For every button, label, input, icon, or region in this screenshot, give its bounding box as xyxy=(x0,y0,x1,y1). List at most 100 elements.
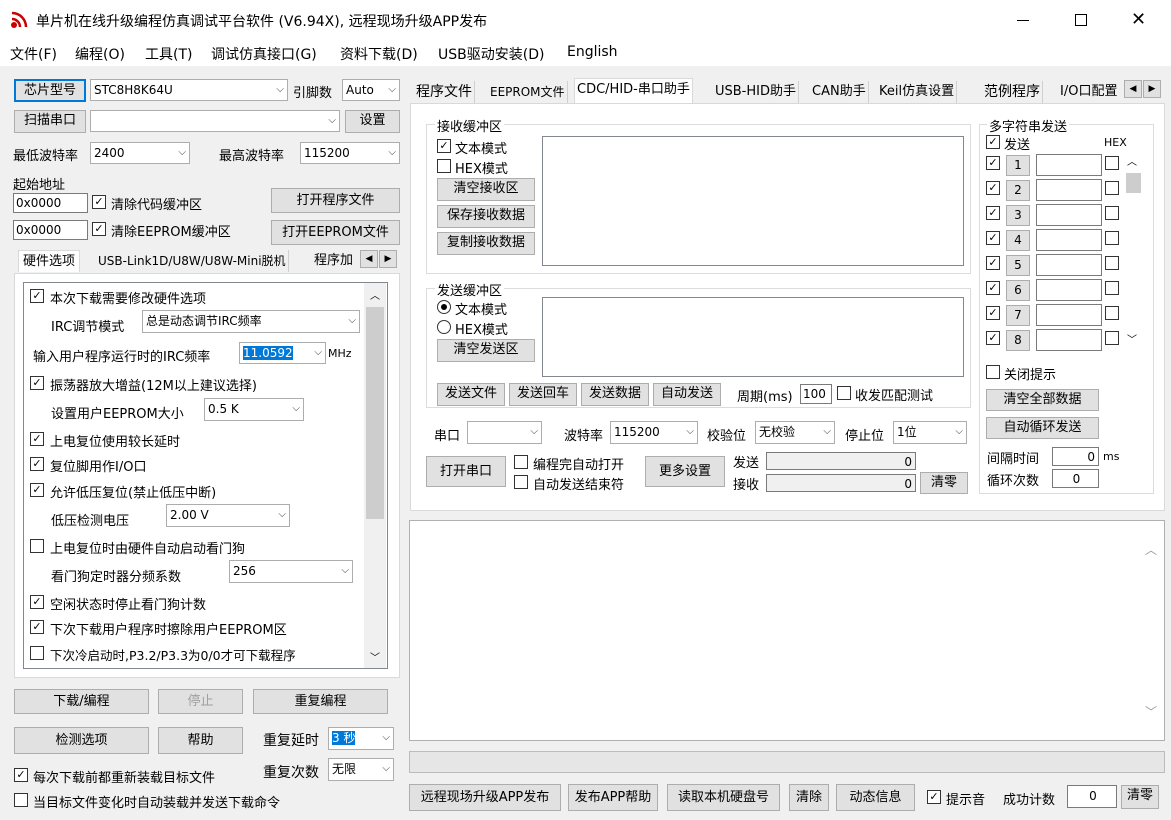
period-input[interactable]: 100 xyxy=(800,384,832,404)
eeprom-addr-input[interactable]: 0x0000 xyxy=(13,220,88,240)
multi-row-hex-checkbox[interactable] xyxy=(1105,306,1119,320)
dynamic-info-button[interactable]: 动态信息 xyxy=(836,784,915,811)
tab-examples[interactable]: 范例程序 xyxy=(982,81,1043,103)
reload-checkbox[interactable]: ✓ xyxy=(14,768,28,782)
opt-rst-checkbox[interactable]: ✓ xyxy=(30,457,44,471)
multi-row-hex-checkbox[interactable] xyxy=(1105,331,1119,345)
check-options-button[interactable]: 检测选项 xyxy=(14,727,149,754)
multi-row-send-button[interactable]: 6 xyxy=(1006,280,1030,301)
tab-scroll-left-icon[interactable]: ◀ xyxy=(360,250,378,268)
menu-file[interactable]: 文件(F) xyxy=(10,44,57,64)
tab-scroll-left-icon[interactable]: ◀ xyxy=(1124,80,1142,98)
auto-send-button[interactable]: 自动发送 xyxy=(653,383,721,406)
send-textarea[interactable] xyxy=(542,297,964,377)
multi-row-send-button[interactable]: 1 xyxy=(1006,155,1030,176)
menu-usb-driver[interactable]: USB驱动安装(D) xyxy=(438,44,544,64)
send-hex-mode-radio[interactable] xyxy=(437,320,451,334)
loop-send-button[interactable]: 自动循环发送 xyxy=(986,417,1099,439)
save-recv-button[interactable]: 保存接收数据 xyxy=(437,205,535,228)
interval-input[interactable]: 0 xyxy=(1052,447,1099,466)
max-baud-select[interactable]: 115200 ⌵ xyxy=(300,142,400,164)
options-scrollbar[interactable]: ︿ ﹀ xyxy=(364,283,386,668)
loop-count-input[interactable]: 0 xyxy=(1052,469,1099,488)
close-hint-checkbox[interactable] xyxy=(986,365,1000,379)
chip-model-button[interactable]: 芯片型号 xyxy=(14,79,86,102)
multi-row-send-button[interactable]: 8 xyxy=(1006,330,1030,351)
opt-erase-checkbox[interactable]: ✓ xyxy=(30,620,44,634)
tab-eeprom-file[interactable]: EEPROM文件 xyxy=(488,81,568,103)
multi-row-input[interactable] xyxy=(1036,279,1102,301)
multi-row-checkbox[interactable]: ✓ xyxy=(986,206,1000,220)
tab-keil[interactable]: Keil仿真设置 xyxy=(877,81,958,103)
multi-row-hex-checkbox[interactable] xyxy=(1105,181,1119,195)
clear-all-button[interactable]: 清空全部数据 xyxy=(986,389,1099,411)
start-addr-input[interactable]: 0x0000 xyxy=(13,193,88,213)
multi-row-hex-checkbox[interactable] xyxy=(1105,206,1119,220)
sound-checkbox[interactable]: ✓ xyxy=(927,790,941,804)
com-port-select[interactable]: ⌵ xyxy=(467,421,542,444)
maximize-icon[interactable] xyxy=(1075,14,1087,26)
tab-cdc-hid[interactable]: CDC/HID-串口助手 xyxy=(574,78,693,103)
port-select[interactable]: ⌵ xyxy=(90,110,340,132)
multi-row-checkbox[interactable]: ✓ xyxy=(986,231,1000,245)
scroll-thumb[interactable] xyxy=(1126,173,1141,193)
open-eeprom-button[interactable]: 打开EEPROM文件 xyxy=(271,220,400,245)
clear-code-checkbox[interactable]: ✓ xyxy=(92,195,106,209)
pins-select[interactable]: Auto ⌵ xyxy=(342,79,400,101)
multi-row-hex-checkbox[interactable] xyxy=(1105,281,1119,295)
multi-row-hex-checkbox[interactable] xyxy=(1105,231,1119,245)
scroll-up-icon[interactable]: ︿ xyxy=(370,287,380,302)
stop-bits-select[interactable]: 1位 ⌵ xyxy=(893,421,967,444)
scroll-up-icon[interactable]: ︿ xyxy=(1145,541,1157,558)
baud-select[interactable]: 115200 ⌵ xyxy=(610,421,698,444)
open-port-button[interactable]: 打开串口 xyxy=(426,456,506,487)
match-test-checkbox[interactable] xyxy=(837,386,851,400)
tab-scroll-right-icon[interactable]: ▶ xyxy=(379,250,397,268)
auto-open-checkbox[interactable] xyxy=(514,455,528,469)
menu-english[interactable]: English xyxy=(567,44,618,60)
multi-scrollbar[interactable]: ︿ ﹀ xyxy=(1125,153,1142,351)
multi-row-input[interactable] xyxy=(1036,254,1102,276)
tab-can[interactable]: CAN助手 xyxy=(810,81,869,103)
tab-program-file[interactable]: 程序文件 xyxy=(414,81,475,103)
repeat-count-select[interactable]: 无限 ⌵ xyxy=(328,758,394,781)
clear-log-button[interactable]: 清除 xyxy=(789,784,829,811)
stop-button[interactable]: 停止 xyxy=(158,689,243,714)
publish-help-button[interactable]: 发布APP帮助 xyxy=(568,784,658,811)
opt-cold-checkbox[interactable] xyxy=(30,646,44,660)
opt-idle-checkbox[interactable]: ✓ xyxy=(30,595,44,609)
recv-hex-mode-checkbox[interactable] xyxy=(437,159,451,173)
opt-modify-checkbox[interactable]: ✓ xyxy=(30,289,44,303)
multi-row-checkbox[interactable]: ✓ xyxy=(986,331,1000,345)
menu-debug[interactable]: 调试仿真接口(G) xyxy=(211,44,317,64)
read-disk-button[interactable]: 读取本机硬盘号 xyxy=(667,784,780,811)
clear-eeprom-checkbox[interactable]: ✓ xyxy=(92,222,106,236)
tab-scroll-right-icon[interactable]: ▶ xyxy=(1143,80,1161,98)
multi-row-send-button[interactable]: 4 xyxy=(1006,230,1030,251)
multi-row-send-button[interactable]: 5 xyxy=(1006,255,1030,276)
multi-row-checkbox[interactable]: ✓ xyxy=(986,306,1000,320)
recv-textarea[interactable] xyxy=(542,136,964,266)
multi-row-input[interactable] xyxy=(1036,329,1102,351)
open-program-button[interactable]: 打开程序文件 xyxy=(271,188,400,213)
publish-app-button[interactable]: 远程现场升级APP发布 xyxy=(409,784,561,811)
menu-tools[interactable]: 工具(T) xyxy=(145,44,192,64)
download-button[interactable]: 下载/编程 xyxy=(14,689,149,714)
multi-row-input[interactable] xyxy=(1036,154,1102,176)
scan-port-button[interactable]: 扫描串口 xyxy=(14,110,86,133)
clear-count-button[interactable]: 清零 xyxy=(920,472,968,494)
wdt-div-select[interactable]: 256 ⌵ xyxy=(229,560,353,583)
repeat-delay-select[interactable]: 3 秒 ⌵ xyxy=(328,727,394,750)
scroll-down-icon[interactable]: ﹀ xyxy=(1145,703,1157,720)
tab-usb-link[interactable]: USB-Link1D/U8W/U8W-Mini脱机 xyxy=(96,250,289,272)
settings-button[interactable]: 设置 xyxy=(345,110,400,133)
eeprom-size-select[interactable]: 0.5 K ⌵ xyxy=(204,398,304,421)
menu-program[interactable]: 编程(O) xyxy=(75,44,125,64)
multi-row-input[interactable] xyxy=(1036,179,1102,201)
send-text-mode-radio[interactable] xyxy=(437,300,451,314)
min-baud-select[interactable]: 2400 ⌵ xyxy=(90,142,190,164)
output-log[interactable]: ︿ ﹀ xyxy=(409,520,1165,741)
opt-osc-checkbox[interactable]: ✓ xyxy=(30,376,44,390)
irc-mode-select[interactable]: 总是动态调节IRC频率 ⌵ xyxy=(142,310,360,333)
menu-download[interactable]: 资料下载(D) xyxy=(340,44,418,64)
